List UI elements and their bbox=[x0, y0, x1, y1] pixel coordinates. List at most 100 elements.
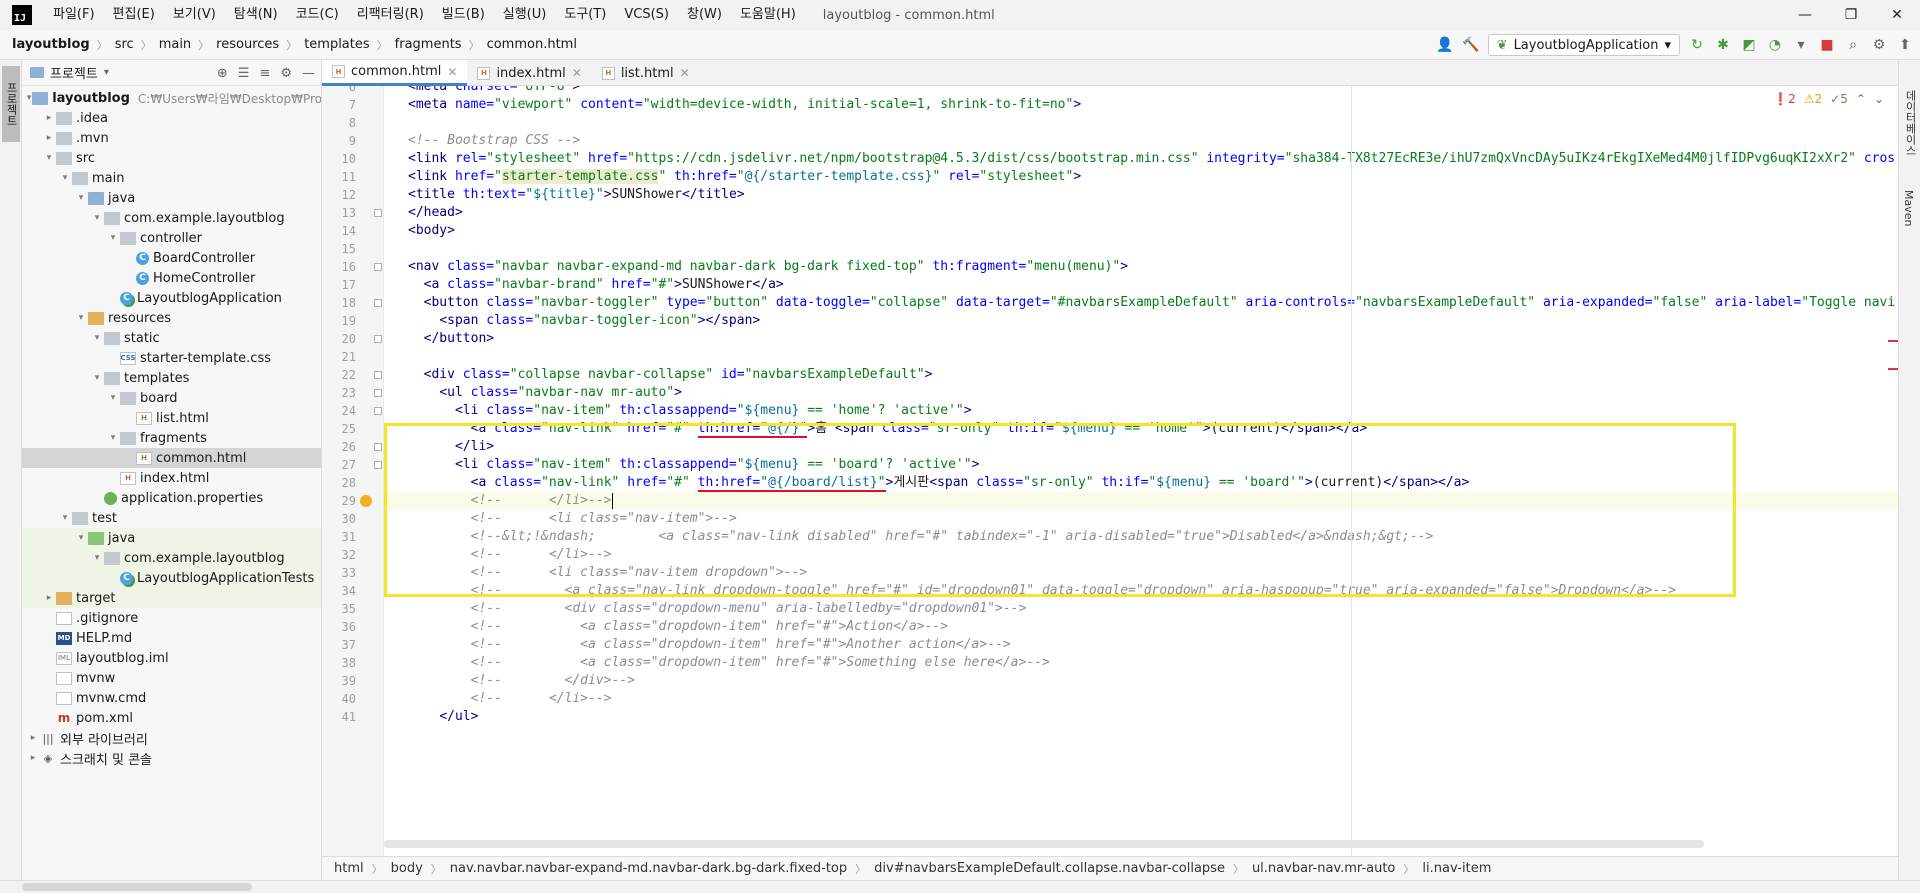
code-line[interactable]: 7 <meta name="viewport" content="width=de… bbox=[349, 96, 1898, 114]
tree-item[interactable]: ▾ main bbox=[22, 168, 321, 188]
expand-all-icon[interactable]: ☰ bbox=[238, 66, 250, 81]
tree-item[interactable]: m pom.xml bbox=[22, 708, 321, 728]
expand-arrow-icon[interactable]: ▾ bbox=[74, 533, 88, 543]
fold-marker-icon[interactable] bbox=[374, 335, 382, 343]
tree-item[interactable]: ▾ layoutblog C:₩Users₩라임₩Desktop₩Pro bbox=[22, 88, 321, 108]
editor-tab[interactable]: Hcommon.html ✕ bbox=[322, 60, 468, 86]
error-stripe-mark[interactable] bbox=[1888, 368, 1898, 370]
code-editor[interactable]: 6 <meta charset="UTF-8"> 7 <meta name="view… bbox=[322, 86, 1898, 856]
debug-icon[interactable]: ✱ bbox=[1714, 37, 1732, 53]
collapse-arrow-icon[interactable]: ▸ bbox=[26, 753, 40, 763]
rerun-icon[interactable]: ↻ bbox=[1688, 37, 1706, 53]
tree-item[interactable]: mvnw bbox=[22, 668, 321, 688]
expand-arrow-icon[interactable]: ▾ bbox=[58, 513, 72, 523]
tree-item[interactable]: ▾ static bbox=[22, 328, 321, 348]
error-count[interactable]: ❗2 bbox=[1773, 92, 1796, 106]
fold-marker-icon[interactable] bbox=[374, 443, 382, 451]
close-icon[interactable]: ✕ bbox=[680, 66, 690, 80]
code-line[interactable]: 15 bbox=[342, 240, 1898, 258]
profile-icon[interactable]: ◔ bbox=[1766, 37, 1784, 53]
collapse-arrow-icon[interactable]: ▸ bbox=[42, 133, 56, 143]
tree-item[interactable]: C LayoutblogApplicationTests bbox=[22, 568, 321, 588]
code-line[interactable]: 9 <!-- Bootstrap CSS --> bbox=[349, 132, 1898, 150]
tree-item[interactable]: ▾ java bbox=[22, 188, 321, 208]
editor-breadcrumb-item[interactable]: nav.navbar.navbar-expand-md.navbar-dark.… bbox=[446, 861, 851, 876]
tree-item[interactable]: ▸ ◈ 스크래치 및 콘솔 bbox=[22, 748, 321, 768]
menu-item[interactable]: 코드(C) bbox=[287, 0, 348, 30]
editor-breadcrumb-item[interactable]: body bbox=[387, 861, 427, 876]
fold-marker-icon[interactable] bbox=[374, 299, 382, 307]
code-line[interactable]: 6 <meta charset="UTF-8"> bbox=[349, 86, 1898, 96]
project-tool-tab[interactable]: 프로젝트 bbox=[2, 66, 20, 142]
tree-item[interactable]: ▾ java bbox=[22, 528, 321, 548]
expand-arrow-icon[interactable]: ▾ bbox=[74, 313, 88, 323]
tree-item[interactable]: MD HELP.md bbox=[22, 628, 321, 648]
menu-item[interactable]: 탐색(N) bbox=[225, 0, 287, 30]
collapse-arrow-icon[interactable]: ▸ bbox=[42, 593, 56, 603]
tree-item[interactable]: C BoardController bbox=[22, 248, 321, 268]
hide-icon[interactable]: — bbox=[302, 66, 315, 81]
expand-arrow-icon[interactable]: ▾ bbox=[58, 173, 72, 183]
code-line[interactable]: 18 <button class="navbar-toggler" type="… bbox=[342, 294, 1898, 312]
project-horizontal-scrollbar[interactable] bbox=[22, 883, 252, 891]
tree-item[interactable]: .gitignore bbox=[22, 608, 321, 628]
tree-item[interactable]: ▸ .mvn bbox=[22, 128, 321, 148]
menu-item[interactable]: 리팩터링(R) bbox=[348, 0, 433, 30]
editor-breadcrumb-item[interactable]: div#navbarsExampleDefault.collapse.navba… bbox=[870, 861, 1229, 876]
tree-item[interactable]: ▾ src bbox=[22, 148, 321, 168]
run-configuration-select[interactable]: ❦ LayoutblogApplication ▾ bbox=[1487, 34, 1680, 56]
expand-arrow-icon[interactable]: ▾ bbox=[106, 433, 120, 443]
expand-arrow-icon[interactable]: ▾ bbox=[90, 213, 104, 223]
expand-arrow-icon[interactable]: ▾ bbox=[106, 393, 120, 403]
tree-item[interactable]: mvnw.cmd bbox=[22, 688, 321, 708]
search-icon[interactable]: ⌕ bbox=[1844, 37, 1862, 53]
menu-item[interactable]: 창(W) bbox=[678, 0, 731, 30]
tree-item[interactable]: C LayoutblogApplication bbox=[22, 288, 321, 308]
code-line[interactable]: 39 <!-- </div>--> bbox=[342, 672, 1898, 690]
breadcrumb-item[interactable]: main bbox=[155, 37, 195, 52]
lightbulb-icon[interactable] bbox=[360, 495, 372, 507]
tree-item[interactable]: Hindex.html bbox=[22, 468, 321, 488]
code-line[interactable]: 41 </ul> bbox=[342, 708, 1898, 726]
collapse-arrow-icon[interactable]: ▸ bbox=[26, 733, 40, 743]
more-run-icon[interactable]: ▾ bbox=[1792, 37, 1810, 53]
tree-item[interactable]: ▾ com.example.layoutblog bbox=[22, 548, 321, 568]
tree-item[interactable]: ▾ templates bbox=[22, 368, 321, 388]
settings-icon[interactable]: ⚙ bbox=[1870, 37, 1888, 53]
collapse-arrow-icon[interactable]: ▸ bbox=[42, 113, 56, 123]
code-line[interactable]: 10 <link rel="stylesheet" href="https://c… bbox=[342, 150, 1898, 168]
fold-marker-icon[interactable] bbox=[374, 461, 382, 469]
tree-item[interactable]: C HomeController bbox=[22, 268, 321, 288]
expand-arrow-icon[interactable]: ▾ bbox=[90, 333, 104, 343]
expand-arrow-icon[interactable]: ▾ bbox=[106, 233, 120, 243]
menu-item[interactable]: 빌드(B) bbox=[433, 0, 494, 30]
code-line[interactable]: 17 <a class="navbar-brand" href="#">SUNS… bbox=[342, 276, 1898, 294]
right-tool-tab[interactable]: Maven bbox=[1902, 190, 1915, 226]
code-line[interactable]: 38 <!-- <a class="dropdown-item" href="#… bbox=[342, 654, 1898, 672]
menu-item[interactable]: 실행(U) bbox=[494, 0, 556, 30]
gear-icon[interactable]: ⚙ bbox=[280, 66, 292, 81]
menu-item[interactable]: VCS(S) bbox=[615, 0, 678, 30]
fold-marker-icon[interactable] bbox=[374, 407, 382, 415]
editor-breadcrumb-item[interactable]: li.nav-item bbox=[1418, 861, 1495, 876]
restore-button[interactable]: ❐ bbox=[1828, 0, 1874, 30]
expand-arrow-icon[interactable]: ▾ bbox=[90, 553, 104, 563]
menu-item[interactable]: 편집(E) bbox=[104, 0, 164, 30]
close-icon[interactable]: ✕ bbox=[572, 66, 582, 80]
code-line[interactable]: 22 <div class="collapse navbar-collapse"… bbox=[342, 366, 1898, 384]
fold-marker-icon[interactable] bbox=[374, 389, 382, 397]
menu-item[interactable]: 파일(F) bbox=[44, 0, 104, 30]
tree-item[interactable]: ▾ controller bbox=[22, 228, 321, 248]
tree-item[interactable]: ▸ .idea bbox=[22, 108, 321, 128]
error-stripe-mark[interactable] bbox=[1888, 340, 1898, 342]
code-line[interactable]: 19 <span class="navbar-toggler-icon"></s… bbox=[342, 312, 1898, 330]
breadcrumb-item[interactable]: src bbox=[111, 37, 138, 52]
tree-item[interactable]: ▸ target bbox=[22, 588, 321, 608]
horizontal-scrollbar[interactable] bbox=[384, 840, 1704, 848]
update-icon[interactable]: ⬆ bbox=[1896, 37, 1914, 53]
chevron-down-icon[interactable]: ⌄ bbox=[1874, 92, 1884, 106]
tree-item[interactable]: ▾ com.example.layoutblog bbox=[22, 208, 321, 228]
breadcrumb-item[interactable]: templates bbox=[300, 37, 373, 52]
stop-icon[interactable]: ■ bbox=[1818, 37, 1836, 53]
code-line[interactable]: 40 <!-- </li>--> bbox=[342, 690, 1898, 708]
